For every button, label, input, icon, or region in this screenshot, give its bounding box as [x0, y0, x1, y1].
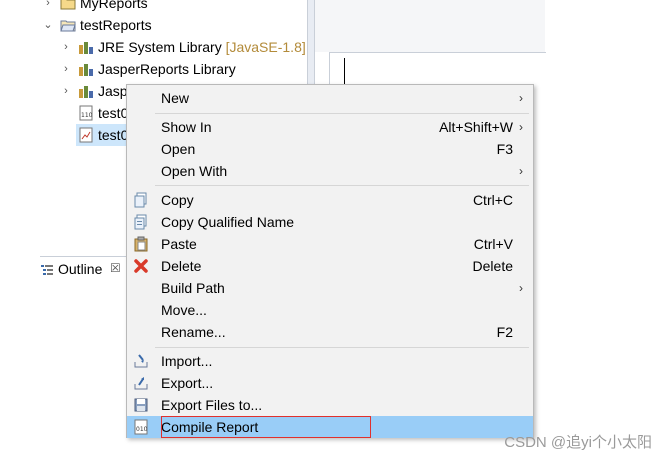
menu-item-label: Move... [161, 302, 207, 318]
chevron-right-icon[interactable]: › [60, 36, 72, 58]
close-icon[interactable]: ☒ [110, 261, 121, 275]
tree-item-label: Jasp [98, 83, 128, 99]
menu-item-build-path[interactable]: Build Path › [127, 277, 533, 299]
menu-item-show-in[interactable]: Show In Alt+Shift+W › [127, 116, 533, 138]
menu-item-label: Export... [161, 375, 214, 391]
menu-item-copy[interactable]: Copy Ctrl+C [127, 189, 533, 211]
chevron-right-icon[interactable]: › [60, 80, 72, 102]
tree-item-label: MyReports [80, 0, 148, 11]
outline-view-tab[interactable]: Outline ☒ [40, 256, 140, 285]
menu-item-label: Copy [161, 192, 194, 208]
menu-item-copy-qualified-name[interactable]: Copy Qualified Name [127, 211, 533, 233]
submenu-arrow-icon: › [519, 120, 523, 134]
copy-qualified-name-icon [134, 214, 147, 230]
menu-item-label: Open With [161, 163, 228, 179]
menu-item-label: Delete [161, 258, 202, 274]
menu-item-move[interactable]: Move... [127, 299, 533, 321]
svg-text:110: 110 [81, 112, 93, 119]
watermark: CSDN @追yi个小太阳 [504, 434, 652, 451]
save-disk-icon [134, 398, 148, 412]
submenu-arrow-icon: › [519, 91, 523, 105]
menu-item-shortcut: Alt+Shift+W [439, 119, 513, 135]
tree-item-jre-library[interactable]: › JRE System Library [JavaSE-1.8] [40, 36, 308, 58]
tree-item-jasperreports-library[interactable]: › JasperReports Library [40, 58, 308, 80]
tree-item-myreports[interactable]: › MyReports [40, 0, 308, 14]
chevron-right-icon[interactable]: › [60, 58, 72, 80]
menu-item-paste[interactable]: Paste Ctrl+V [127, 233, 533, 255]
menu-item-label: Show In [161, 119, 212, 135]
submenu-arrow-icon: › [519, 281, 523, 295]
menu-item-open[interactable]: Open F3 [127, 138, 533, 160]
import-icon [134, 354, 148, 368]
tree-item-label: test0 [98, 127, 129, 143]
menu-separator [155, 113, 529, 114]
chevron-right-icon[interactable]: › [42, 0, 54, 14]
menu-item-shortcut: Ctrl+V [473, 236, 513, 252]
menu-item-label: New [161, 90, 190, 106]
menu-item-shortcut: Delete [472, 258, 513, 274]
delete-icon [134, 259, 148, 273]
menu-item-new[interactable]: New › [127, 87, 533, 109]
menu-item-label: Import... [161, 353, 213, 369]
svg-text:010: 010 [136, 426, 148, 433]
menu-item-open-with[interactable]: Open With › [127, 160, 533, 182]
menu-item-export-files-to[interactable]: Export Files to... [127, 394, 533, 416]
highlight-box [161, 416, 371, 438]
menu-item-label: Build Path [161, 280, 225, 296]
project-folder-icon [60, 0, 76, 10]
export-icon [134, 377, 148, 390]
menu-item-label: Paste [161, 236, 197, 252]
outline-tab-label: Outline [58, 261, 103, 277]
library-icon [79, 86, 93, 98]
menu-item-shortcut: F3 [496, 141, 513, 157]
library-icon [79, 64, 93, 76]
chevron-down-icon[interactable]: ⌄ [42, 14, 54, 36]
menu-item-label: Export Files to... [161, 397, 263, 413]
menu-item-compile-report[interactable]: 010 Compile Report [127, 416, 533, 438]
menu-item-label: Copy Qualified Name [161, 214, 295, 230]
tree-item-label: test0 [98, 105, 129, 121]
menu-item-label: Open [161, 141, 196, 157]
text-caret [344, 58, 345, 84]
copy-icon [134, 192, 147, 208]
menu-item-rename[interactable]: Rename... F2 [127, 321, 533, 343]
jrxml-file-icon: 110 [79, 105, 93, 121]
menu-item-shortcut: Ctrl+C [472, 192, 513, 208]
context-menu: New › Show In Alt+Shift+W › Open F3 Open… [126, 84, 534, 438]
library-icon [79, 42, 93, 54]
menu-item-import[interactable]: Import... [127, 350, 533, 372]
tree-item-label: testReports [80, 17, 152, 33]
menu-item-delete[interactable]: Delete Delete [127, 255, 533, 277]
menu-separator [155, 185, 529, 186]
outline-icon [41, 265, 53, 275]
paste-icon [134, 236, 148, 252]
tree-item-decoration: [JavaSE-1.8] [225, 39, 306, 55]
editor-tab-area [315, 0, 545, 52]
report-file-icon [79, 127, 93, 143]
menu-item-shortcut: F2 [496, 324, 513, 340]
tree-item-testreports[interactable]: ⌄ testReports [40, 14, 308, 36]
compile-report-icon: 010 [134, 419, 148, 435]
menu-separator [155, 347, 529, 348]
menu-item-export[interactable]: Export... [127, 372, 533, 394]
submenu-arrow-icon: › [519, 164, 523, 178]
menu-item-label: Rename... [161, 324, 226, 340]
tree-item-label: JasperReports Library [98, 61, 236, 77]
project-folder-open-icon [60, 20, 76, 32]
tree-item-label: JRE System Library [JavaSE-1.8] [98, 39, 306, 55]
